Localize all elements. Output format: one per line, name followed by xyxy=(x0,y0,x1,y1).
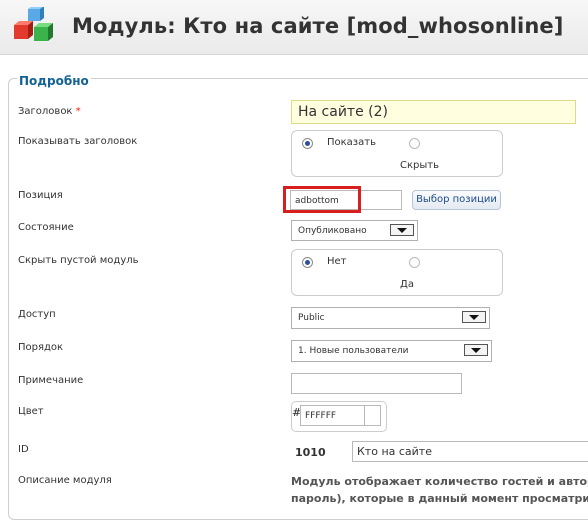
radio-hide-label: Скрыть xyxy=(400,160,439,171)
radio-yes[interactable] xyxy=(409,257,420,268)
description-label: Описание модуля xyxy=(18,475,112,486)
select-position-button[interactable]: Выбор позиции xyxy=(412,190,501,210)
chevron-down-icon xyxy=(464,344,488,356)
show-title-radio-group: Показать Скрыть xyxy=(291,130,503,177)
page-header: Модуль: Кто на сайте [mod_whosonline] xyxy=(0,0,588,55)
radio-show-label: Показать xyxy=(327,137,376,148)
module-name-input[interactable]: Кто на сайте xyxy=(352,441,588,462)
hide-empty-radio-group: Нет Да xyxy=(291,249,503,296)
order-select[interactable]: 1. Новые пользователи xyxy=(291,340,492,362)
chevron-down-icon xyxy=(462,311,486,323)
access-label: Доступ xyxy=(18,309,56,320)
color-input[interactable]: FFFFFF xyxy=(300,405,381,426)
access-select-value: Public xyxy=(298,313,325,323)
colored-cubes-icon xyxy=(14,7,53,41)
hide-empty-label: Скрыть пустой модуль xyxy=(18,255,139,266)
note-input[interactable] xyxy=(291,373,462,394)
fieldset-legend: Подробно xyxy=(17,74,91,88)
color-label: Цвет xyxy=(18,406,44,417)
required-mark: * xyxy=(75,106,81,117)
position-highlight-box xyxy=(283,186,361,213)
radio-yes-label: Да xyxy=(400,279,414,290)
radio-hide[interactable] xyxy=(409,138,420,149)
title-input[interactable]: На сайте (2) xyxy=(291,100,576,124)
access-select[interactable]: Public xyxy=(291,307,490,329)
radio-no[interactable] xyxy=(302,257,313,268)
color-value: FFFFFF xyxy=(305,411,337,421)
description-text: Модуль отображает количество гостей и ав… xyxy=(291,473,588,507)
state-select[interactable]: Опубликовано xyxy=(291,220,418,241)
radio-show[interactable] xyxy=(302,138,313,149)
show-title-label: Показывать заголовок xyxy=(18,136,138,147)
order-label: Порядок xyxy=(18,342,64,353)
note-label: Примечание xyxy=(18,375,84,386)
description-line-2: пароль), которые в данный момент просмат… xyxy=(291,492,588,505)
order-select-value: 1. Новые пользователи xyxy=(298,346,409,356)
id-value: 1010 xyxy=(295,446,326,459)
id-label: ID xyxy=(18,444,29,455)
description-line-1: Модуль отображает количество гостей и ав… xyxy=(291,475,588,488)
state-label: Состояние xyxy=(18,222,74,233)
color-swatch[interactable] xyxy=(364,406,380,425)
state-select-value: Опубликовано xyxy=(298,226,367,236)
chevron-down-icon xyxy=(390,224,414,236)
position-label: Позиция xyxy=(18,190,63,201)
radio-no-label: Нет xyxy=(327,256,347,267)
title-label: Заголовок * xyxy=(18,106,81,117)
page-title: Модуль: Кто на сайте [mod_whosonline] xyxy=(72,14,564,38)
